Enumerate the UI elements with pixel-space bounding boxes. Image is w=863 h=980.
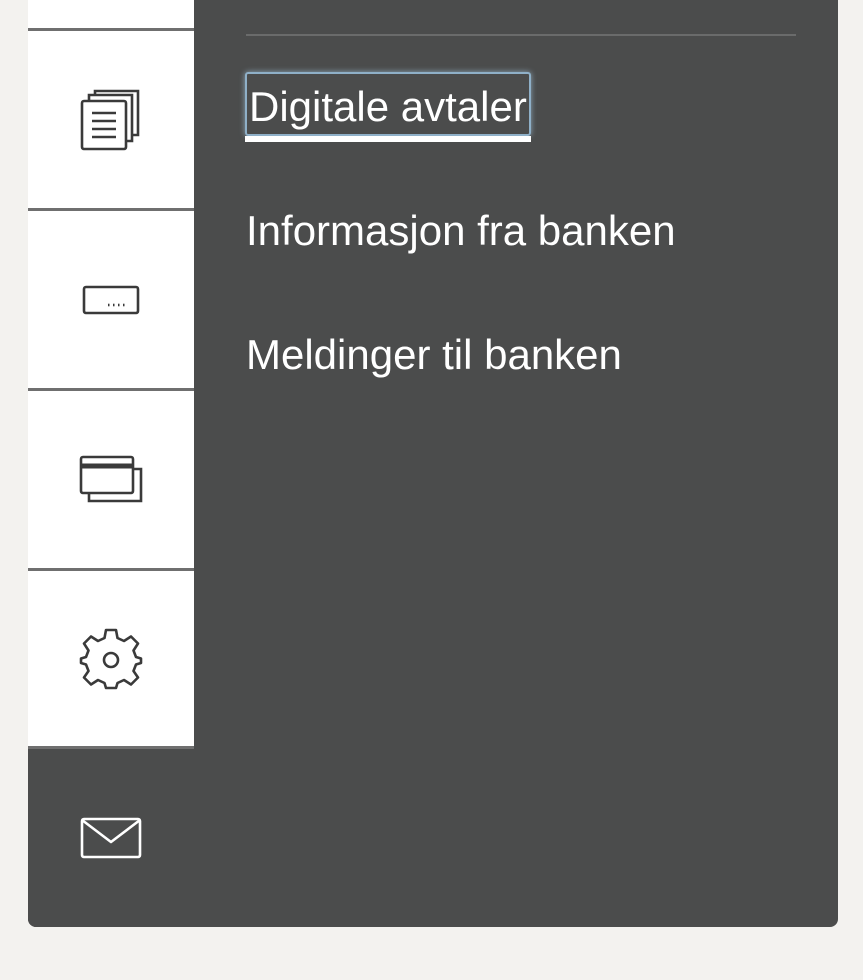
submenu-top-divider — [246, 34, 796, 36]
nav-item-cards[interactable] — [28, 391, 194, 568]
mail-icon — [80, 817, 142, 859]
documents-icon — [80, 89, 142, 151]
nav-rail-top-stub — [28, 0, 194, 28]
nav-item-documents[interactable] — [28, 31, 194, 208]
settings-icon — [79, 627, 143, 691]
active-underline — [245, 136, 531, 142]
nav-item-messages[interactable] — [28, 749, 194, 927]
menu-item-digitale-avtaler[interactable]: Digitale avtaler — [245, 72, 531, 142]
nav-item-settings[interactable] — [28, 571, 194, 747]
menu-item-label: Digitale avtaler — [249, 83, 527, 130]
nav-item-keyboard[interactable] — [28, 211, 194, 388]
menu-item-label: Meldinger til banken — [246, 331, 622, 378]
keyboard-icon — [82, 283, 140, 317]
menu-item-informasjon-fra-banken[interactable]: Informasjon fra banken — [246, 206, 676, 256]
nav-rail — [28, 0, 194, 927]
messages-menu-panel: Digitale avtaler Informasjon fra banken … — [28, 0, 838, 927]
credit-card-icon — [79, 455, 143, 505]
menu-item-meldinger-til-banken[interactable]: Meldinger til banken — [246, 330, 622, 380]
menu-item-label: Informasjon fra banken — [246, 207, 676, 254]
